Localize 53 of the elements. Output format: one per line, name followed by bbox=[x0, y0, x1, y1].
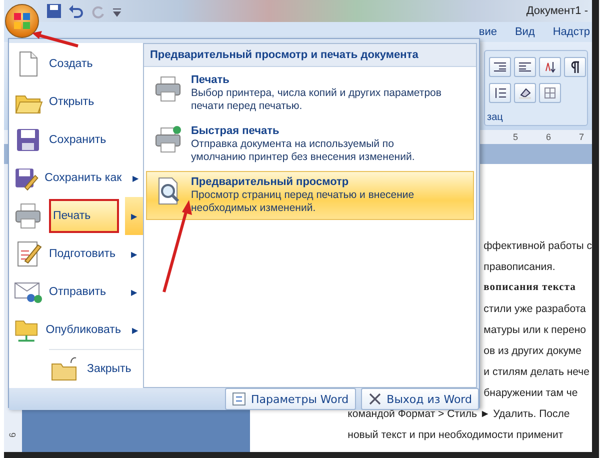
menu-item[interactable]: Подготовить bbox=[49, 235, 119, 273]
pilcrow-icon[interactable] bbox=[564, 57, 586, 77]
window-title: Документ1 - bbox=[526, 5, 588, 17]
menu-item[interactable]: Печать bbox=[49, 199, 119, 233]
document-text: командой Формат > Стиль ► Удалить. После bbox=[348, 407, 570, 421]
document-text: бнаружении там че bbox=[484, 386, 578, 400]
submenu-arrow[interactable]: ▶ bbox=[126, 311, 143, 349]
submenu-item[interactable]: Предварительный просмотр Просмотр страниц перед печатью и внесение необходимых изменений. bbox=[146, 171, 474, 220]
document-text: и стилям делать нече bbox=[484, 365, 590, 379]
ribbon-tab[interactable]: вие bbox=[478, 26, 497, 38]
menu-item[interactable]: Закрыть bbox=[49, 350, 132, 388]
document-options-icon bbox=[232, 392, 246, 406]
group-label: зац bbox=[486, 112, 504, 125]
submenu-arrow[interactable]: ▶ bbox=[128, 159, 143, 197]
ribbon-tab[interactable]: Надстр bbox=[552, 26, 590, 38]
menu-item[interactable]: Опубликовать bbox=[46, 311, 121, 349]
save-icon[interactable] bbox=[46, 3, 62, 19]
document-text: матуры или к перено bbox=[484, 323, 586, 337]
ruler-number: 6 bbox=[8, 432, 18, 438]
document-text: ов из других докуме bbox=[484, 344, 582, 358]
menu-item[interactable]: Открыть bbox=[49, 83, 119, 121]
menu-item[interactable]: Создать bbox=[49, 45, 119, 83]
menu-item[interactable]: Отправить bbox=[49, 273, 119, 311]
submenu-item[interactable]: Печать Выбор принтера, числа копий и других параметров печати перед печатью. bbox=[146, 69, 474, 118]
submenu-arrow[interactable]: ▶ bbox=[125, 235, 143, 273]
submenu-item[interactable]: Быстрая печать Отправка документа на используемый по умолчанию принтер без внесения изменений. bbox=[146, 120, 474, 169]
printer-icon bbox=[153, 74, 183, 104]
document-text: правописания. bbox=[484, 260, 556, 274]
printer-icon bbox=[13, 201, 43, 231]
close-icon bbox=[368, 392, 382, 406]
document-heading: вописания текста bbox=[484, 281, 576, 295]
menu-item[interactable]: Сохранить как bbox=[44, 159, 122, 197]
ribbon-tab[interactable]: Вид bbox=[514, 26, 535, 38]
document-text: стили уже разработа bbox=[484, 302, 586, 316]
ruler-number: 5 bbox=[512, 132, 518, 142]
menu-item[interactable]: Сохранить bbox=[49, 121, 119, 159]
printer-check-icon bbox=[153, 125, 183, 155]
options-button[interactable]: Параметры Word bbox=[225, 388, 356, 410]
sort-icon[interactable] bbox=[539, 57, 561, 77]
submenu-arrow[interactable]: ▶ bbox=[125, 273, 143, 311]
ruler-number: 6 bbox=[546, 132, 551, 142]
panel-title: Предварительный просмотр и печать документа bbox=[144, 44, 476, 67]
decrease-indent-icon[interactable] bbox=[489, 57, 511, 77]
undo-icon[interactable] bbox=[68, 3, 84, 19]
increase-indent-icon[interactable] bbox=[514, 57, 536, 77]
annotation-arrow bbox=[30, 30, 80, 50]
ruler-number: 7 bbox=[578, 132, 584, 142]
line-spacing-icon[interactable] bbox=[489, 83, 511, 103]
document-text: новый текст и при необходимости применит bbox=[348, 428, 564, 442]
exit-button[interactable]: Выход из Word bbox=[360, 388, 479, 410]
shading-icon[interactable] bbox=[514, 83, 536, 103]
office-logo-icon bbox=[13, 12, 31, 30]
document-text: ффективной работы с bbox=[484, 239, 592, 253]
